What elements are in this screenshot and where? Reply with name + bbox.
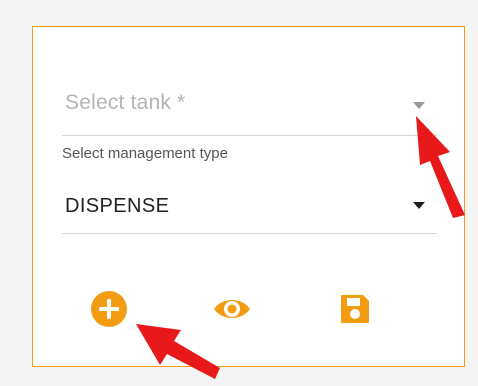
chevron-down-icon[interactable] — [413, 202, 425, 209]
select-tank-dropdown[interactable]: Select tank * — [62, 89, 437, 136]
form-card: Select tank * Select management type DIS… — [32, 26, 465, 367]
select-tank-placeholder: Select tank * — [65, 91, 186, 114]
eye-icon — [214, 300, 250, 318]
view-button[interactable] — [212, 289, 252, 329]
chevron-down-icon[interactable] — [413, 102, 425, 109]
management-type-label: Select management type — [62, 145, 228, 162]
management-type-value: DISPENSE — [65, 195, 170, 217]
add-circle-icon — [91, 291, 127, 327]
floppy-disk-icon — [341, 295, 369, 323]
save-button[interactable] — [335, 289, 375, 329]
management-type-dropdown[interactable]: Select management type DISPENSE — [62, 145, 437, 234]
add-button[interactable] — [89, 289, 129, 329]
